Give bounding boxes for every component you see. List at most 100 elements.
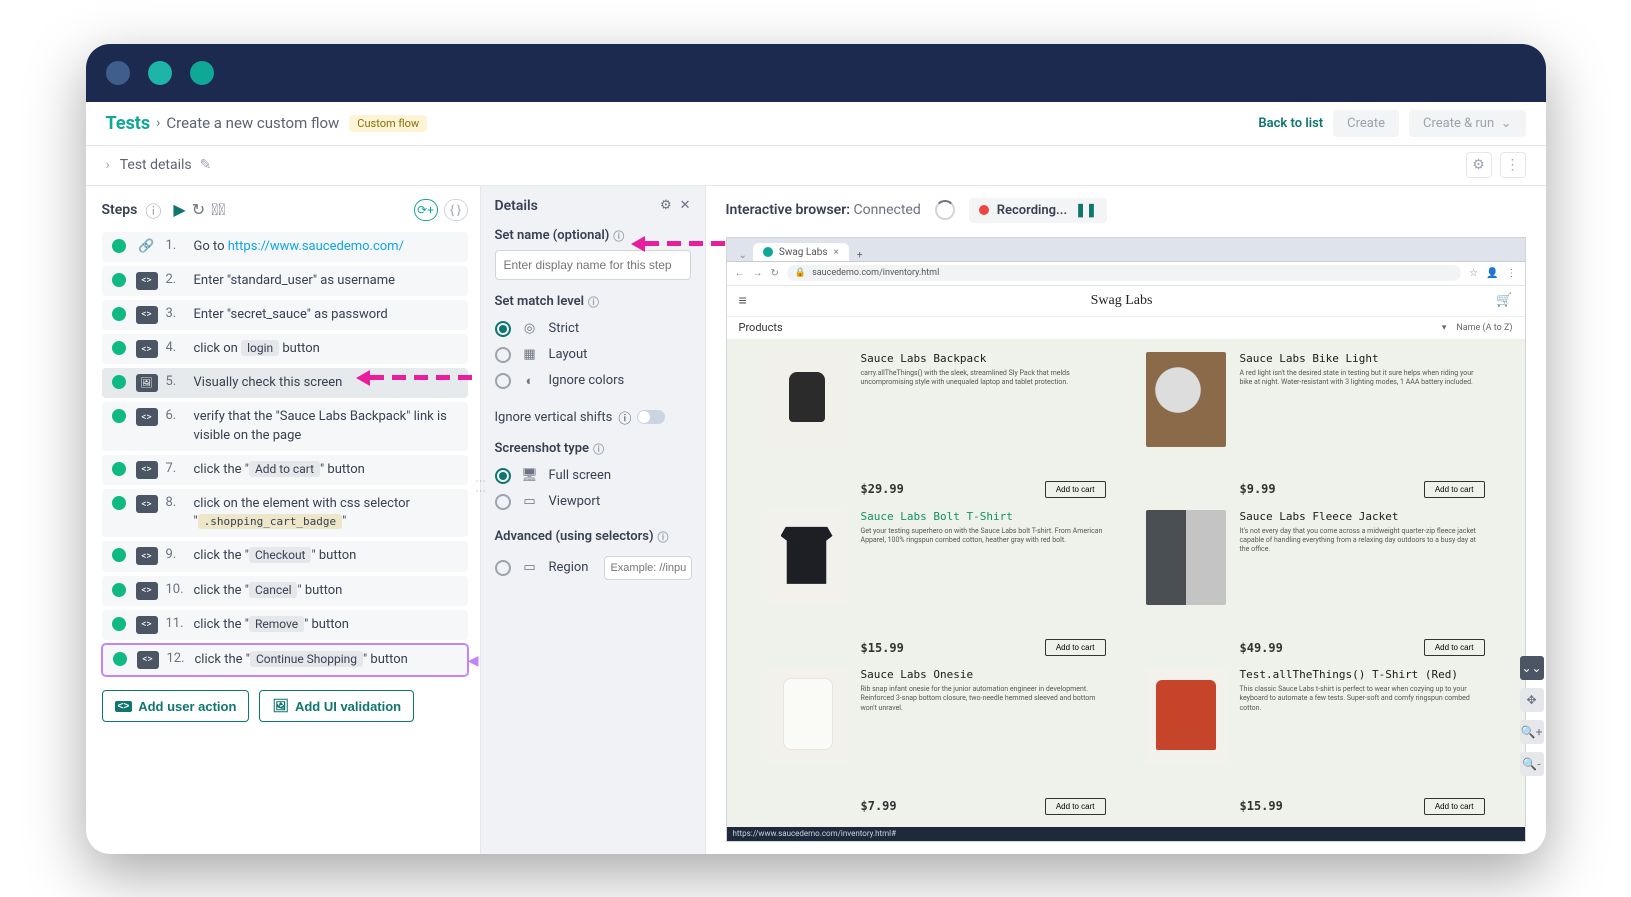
step-row[interactable]: <>12.click the "Continue Shopping" butto… [102, 644, 468, 676]
product-image[interactable] [1146, 668, 1226, 763]
cart-icon[interactable]: 🛒 [1496, 293, 1512, 308]
pause-icon[interactable]: ❚❚ [1075, 203, 1097, 218]
product-image[interactable] [767, 510, 847, 605]
create-and-run-button[interactable]: Create & run ⌄ [1409, 110, 1526, 137]
drag-handle-icon[interactable]: ⋮⋮ [475, 476, 486, 496]
step-row[interactable]: <>11.click the "Remove" button [102, 610, 468, 640]
info-icon[interactable]: ⓘ [588, 294, 599, 310]
product-name[interactable]: Sauce Labs Backpack [861, 352, 1106, 365]
add-step-icon[interactable]: ⟳+ [414, 199, 438, 221]
step-row[interactable]: <>4.click on login button [102, 334, 468, 364]
profile-icon[interactable]: 👤 [1486, 268, 1498, 279]
product-price: $7.99 [861, 799, 897, 813]
more-menu-icon[interactable]: ⋮ [1500, 152, 1526, 178]
product-name[interactable]: Sauce Labs Onesie [861, 668, 1106, 681]
product-description: This classic Sauce Labs t-shirt is perfe… [1240, 685, 1485, 712]
menu-icon[interactable]: ≡ [739, 292, 747, 309]
reload-icon[interactable]: ↻ [192, 200, 205, 219]
page-header: Tests › Create a new custom flow Custom … [86, 102, 1546, 146]
header-title[interactable]: Tests [106, 113, 151, 134]
product-image[interactable] [767, 352, 847, 447]
zoom-in-icon[interactable]: 🔍+ [1520, 720, 1544, 744]
product-description: Rib snap infant onesie for the junior au… [861, 685, 1106, 712]
product-image[interactable] [1146, 510, 1226, 605]
region-selector-input[interactable] [604, 556, 692, 580]
tab-close-icon[interactable]: × [833, 247, 838, 258]
expand-chevron-icon[interactable]: › [106, 157, 110, 173]
product-image[interactable] [767, 668, 847, 763]
details-gear-icon[interactable]: ⚙ [660, 198, 672, 213]
info-icon[interactable]: ⓘ [658, 529, 669, 545]
step-row[interactable]: 🔗1.Go to https://www.saucedemo.com/ [102, 232, 468, 262]
step-row[interactable]: <>9.click the "Checkout" button [102, 541, 468, 571]
add-ui-validation-button[interactable]: 🖼Add UI validation [259, 690, 414, 722]
add-to-cart-button[interactable]: Add to cart [1045, 481, 1106, 498]
settings-gear-icon[interactable]: ⚙ [1466, 152, 1492, 178]
play-icon[interactable]: ▶ [173, 200, 185, 219]
create-button[interactable]: Create [1333, 110, 1399, 137]
add-to-cart-button[interactable]: Add to cart [1045, 798, 1106, 815]
info-icon[interactable]: ⓘ [145, 198, 161, 222]
more-icon[interactable]: ⋮ [1507, 268, 1517, 279]
step-row[interactable]: <>6.verify that the "Sauce Labs Backpack… [102, 402, 468, 450]
move-icon[interactable]: ✥ [1520, 688, 1544, 712]
code-step-icon: <> [136, 582, 158, 600]
product-image[interactable] [1146, 352, 1226, 447]
link-step-icon: 🔗 [136, 238, 158, 256]
step-row[interactable]: <>8.click on the element with css select… [102, 489, 468, 537]
edit-icon[interactable]: ✎ [200, 157, 212, 173]
browser-tab[interactable]: Swag Labs× [753, 243, 849, 261]
tab-dropdown-icon[interactable]: ⌄ [735, 250, 751, 261]
step-row[interactable]: <>2.Enter "standard_user" as username [102, 266, 468, 296]
radio-region[interactable]: ▭Region [495, 551, 691, 585]
forward-nav-icon[interactable]: → [753, 268, 763, 279]
radio-strict[interactable]: ◎Strict [495, 316, 691, 342]
advanced-label: Advanced (using selectors)ⓘ [495, 529, 691, 545]
info-icon[interactable]: ⓘ [593, 441, 604, 457]
radio-fullscreen[interactable]: 🖥Full screen [495, 463, 691, 489]
ignore-vertical-shifts-toggle[interactable]: Ignore vertical shiftsⓘ [495, 408, 691, 427]
add-to-cart-button[interactable]: Add to cart [1424, 798, 1485, 815]
sort-select[interactable]: Name (A to Z) [1456, 323, 1512, 333]
info-icon[interactable]: ⓘ [613, 228, 624, 244]
step-text: click the "Continue Shopping" button [195, 651, 459, 669]
recording-badge: Recording... ❚❚ [969, 198, 1107, 223]
details-close-icon[interactable]: ✕ [680, 198, 691, 213]
info-icon: ⓘ [618, 408, 631, 427]
add-user-action-button[interactable]: <>Add user action [102, 690, 250, 722]
step-name-input[interactable] [495, 250, 691, 280]
product-name[interactable]: Sauce Labs Bolt T-Shirt [861, 510, 1106, 523]
product-name[interactable]: Sauce Labs Fleece Jacket [1240, 510, 1485, 523]
step-row[interactable]: 🖼5.Visually check this screen [102, 368, 468, 398]
new-tab-icon[interactable]: + [851, 250, 869, 261]
browser-panel: Interactive browser: Connected Recording… [706, 186, 1546, 854]
zoom-out-icon[interactable]: 🔍- [1520, 752, 1544, 776]
eye-off-icon[interactable]: 👁̸ [211, 200, 225, 219]
product-name[interactable]: Sauce Labs Bike Light [1240, 352, 1485, 365]
braces-icon[interactable]: { } [444, 199, 468, 221]
add-to-cart-button[interactable]: Add to cart [1424, 639, 1485, 656]
collapse-icon[interactable]: ⌄⌄ [1520, 656, 1544, 680]
status-success-icon [112, 583, 126, 597]
reload-nav-icon[interactable]: ↻ [771, 268, 779, 279]
url-input[interactable]: 🔒saucedemo.com/inventory.html [787, 265, 1461, 281]
radio-viewport[interactable]: ▭Viewport [495, 489, 691, 515]
filter-icon[interactable]: ▾ [1442, 323, 1447, 333]
star-icon[interactable]: ☆ [1469, 268, 1478, 279]
step-row[interactable]: <>7.click the "Add to cart" button [102, 455, 468, 485]
radio-layout[interactable]: ▦Layout [495, 342, 691, 368]
step-number: 10. [166, 582, 186, 597]
step-row[interactable]: <>10.click the "Cancel" button [102, 576, 468, 606]
product-card: Sauce Labs Backpackcarry.allTheThings() … [767, 352, 1106, 498]
add-to-cart-button[interactable]: Add to cart [1424, 481, 1485, 498]
step-row[interactable]: <>3.Enter "secret_sauce" as password [102, 300, 468, 330]
radio-ignore-colors[interactable]: ◐Ignore colors [495, 368, 691, 394]
radio-icon [495, 347, 511, 363]
swag-title: Swag Labs [1091, 293, 1153, 309]
product-name[interactable]: Test.allTheThings() T-Shirt (Red) [1240, 668, 1485, 681]
back-to-list-link[interactable]: Back to list [1258, 116, 1323, 131]
toggle-switch[interactable] [637, 410, 665, 424]
back-nav-icon[interactable]: ← [735, 268, 745, 279]
add-to-cart-button[interactable]: Add to cart [1045, 639, 1106, 656]
product-description: It's not every day that you come across … [1240, 527, 1485, 554]
